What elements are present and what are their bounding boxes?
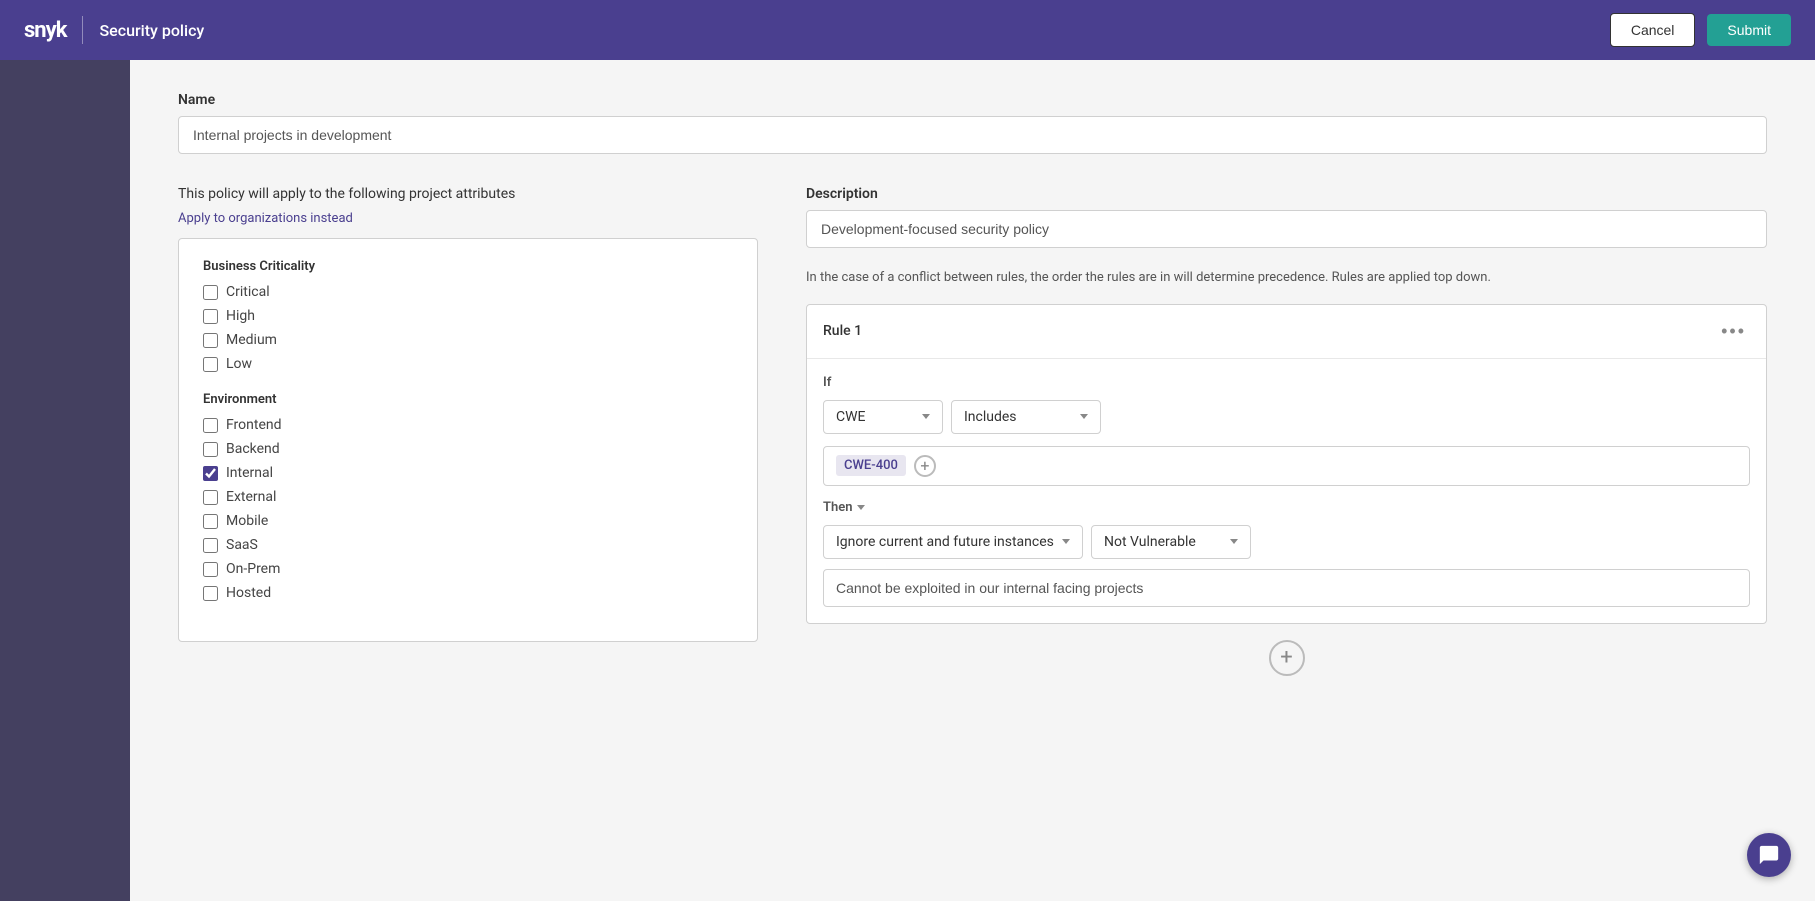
checkbox-high[interactable]: High — [203, 308, 733, 324]
rule-header: Rule 1 • • • — [807, 305, 1766, 359]
rule-card: Rule 1 • • • If CWE — [806, 304, 1767, 624]
add-rule-button[interactable]: + — [806, 640, 1767, 676]
two-col-layout: This policy will apply to the following … — [178, 186, 1767, 676]
action-chevron2-icon — [1230, 539, 1238, 544]
checkbox-saas-input[interactable] — [203, 538, 218, 553]
environment-label: Environment — [203, 392, 733, 407]
checkbox-frontend-input[interactable] — [203, 418, 218, 433]
checkbox-on-prem[interactable]: On-Prem — [203, 561, 733, 577]
name-input[interactable] — [178, 116, 1767, 154]
action-chevron1-icon — [1062, 539, 1070, 544]
cwe-input-row[interactable]: CWE-400 + — [823, 446, 1750, 486]
checkbox-low-input[interactable] — [203, 357, 218, 372]
then-chevron-icon — [857, 505, 865, 510]
checkbox-mobile-label: Mobile — [226, 513, 268, 529]
checkbox-internal-label: Internal — [226, 465, 273, 481]
checkbox-external-input[interactable] — [203, 490, 218, 505]
checkbox-high-label: High — [226, 308, 255, 324]
rule-body: If CWE Includes — [807, 359, 1766, 623]
checkbox-external[interactable]: External — [203, 489, 733, 505]
checkbox-critical-input[interactable] — [203, 285, 218, 300]
description-label: Description — [806, 186, 1767, 202]
checkbox-critical-label: Critical — [226, 284, 270, 300]
checkbox-low-label: Low — [226, 356, 252, 372]
environment-group: Environment Frontend Backend Internal — [203, 392, 733, 601]
condition-row: CWE Includes — [823, 400, 1750, 434]
submit-button[interactable]: Submit — [1707, 14, 1791, 46]
rule-title: Rule 1 — [823, 323, 862, 339]
chat-bubble-button[interactable] — [1747, 833, 1791, 877]
description-input[interactable] — [806, 210, 1767, 248]
checkbox-mobile-input[interactable] — [203, 514, 218, 529]
rule-menu-button[interactable]: • • • — [1715, 319, 1750, 344]
header-divider — [82, 16, 83, 44]
cwe-tag: CWE-400 — [836, 455, 906, 476]
checkbox-backend[interactable]: Backend — [203, 441, 733, 457]
checkbox-hosted-input[interactable] — [203, 586, 218, 601]
checkbox-hosted-label: Hosted — [226, 585, 271, 601]
header-title: Security policy — [99, 21, 204, 40]
page-body: Name This policy will apply to the follo… — [0, 60, 1815, 901]
checkbox-internal-input[interactable] — [203, 466, 218, 481]
checkbox-medium-label: Medium — [226, 332, 277, 348]
cancel-button[interactable]: Cancel — [1610, 13, 1696, 47]
condition-field1-value: CWE — [836, 409, 866, 425]
dot1: • — [1721, 321, 1727, 342]
then-text: Then — [823, 500, 853, 515]
then-row: Ignore current and future instances Not … — [823, 525, 1750, 559]
action-field1-dropdown[interactable]: Ignore current and future instances — [823, 525, 1083, 559]
conflict-note: In the case of a conflict between rules,… — [806, 268, 1767, 288]
reason-input[interactable] — [823, 569, 1750, 607]
checkbox-mobile[interactable]: Mobile — [203, 513, 733, 529]
chevron-down-icon2 — [1080, 414, 1088, 419]
checkbox-saas[interactable]: SaaS — [203, 537, 733, 553]
then-label[interactable]: Then — [823, 500, 1750, 515]
checkbox-frontend[interactable]: Frontend — [203, 417, 733, 433]
header-actions: Cancel Submit — [1610, 13, 1791, 47]
checkbox-backend-label: Backend — [226, 441, 280, 457]
checkbox-internal[interactable]: Internal — [203, 465, 733, 481]
app-header: snyk Security policy Cancel Submit — [0, 0, 1815, 60]
snyk-logo: snyk — [24, 18, 66, 43]
chat-icon — [1758, 844, 1780, 866]
name-section: Name — [178, 92, 1767, 154]
action-field2-dropdown[interactable]: Not Vulnerable — [1091, 525, 1251, 559]
description-section: Description — [806, 186, 1767, 248]
add-rule-circle-icon: + — [1269, 640, 1305, 676]
apply-organizations-link[interactable]: Apply to organizations instead — [178, 211, 353, 226]
chevron-down-icon — [922, 414, 930, 419]
business-criticality-label: Business Criticality — [203, 259, 733, 274]
if-label: If — [823, 375, 1750, 390]
checkbox-low[interactable]: Low — [203, 356, 733, 372]
condition-field1-dropdown[interactable]: CWE — [823, 400, 943, 434]
checkbox-on-prem-input[interactable] — [203, 562, 218, 577]
right-column: Description In the case of a conflict be… — [806, 186, 1767, 676]
add-cwe-icon[interactable]: + — [914, 455, 936, 477]
condition-field2-dropdown[interactable]: Includes — [951, 400, 1101, 434]
dot2: • — [1729, 321, 1735, 342]
name-label: Name — [178, 92, 1767, 108]
checkbox-medium-input[interactable] — [203, 333, 218, 348]
policy-scope-text: This policy will apply to the following … — [178, 186, 758, 202]
checkbox-frontend-label: Frontend — [226, 417, 282, 433]
main-content: Name This policy will apply to the follo… — [130, 60, 1815, 901]
sidebar — [0, 60, 130, 901]
condition-field2-value: Includes — [964, 409, 1017, 425]
checkbox-medium[interactable]: Medium — [203, 332, 733, 348]
checkbox-critical[interactable]: Critical — [203, 284, 733, 300]
checkbox-external-label: External — [226, 489, 276, 505]
checkbox-saas-label: SaaS — [226, 537, 258, 553]
business-criticality-group: Business Criticality Critical High Mediu… — [203, 259, 733, 372]
attributes-box: Business Criticality Critical High Mediu… — [178, 238, 758, 642]
checkbox-on-prem-label: On-Prem — [226, 561, 280, 577]
checkbox-backend-input[interactable] — [203, 442, 218, 457]
header-left: snyk Security policy — [24, 16, 204, 44]
action-field1-value: Ignore current and future instances — [836, 534, 1054, 550]
dot3: • — [1738, 321, 1744, 342]
checkbox-hosted[interactable]: Hosted — [203, 585, 733, 601]
checkbox-high-input[interactable] — [203, 309, 218, 324]
left-column: This policy will apply to the following … — [178, 186, 758, 676]
action-field2-value: Not Vulnerable — [1104, 534, 1196, 550]
